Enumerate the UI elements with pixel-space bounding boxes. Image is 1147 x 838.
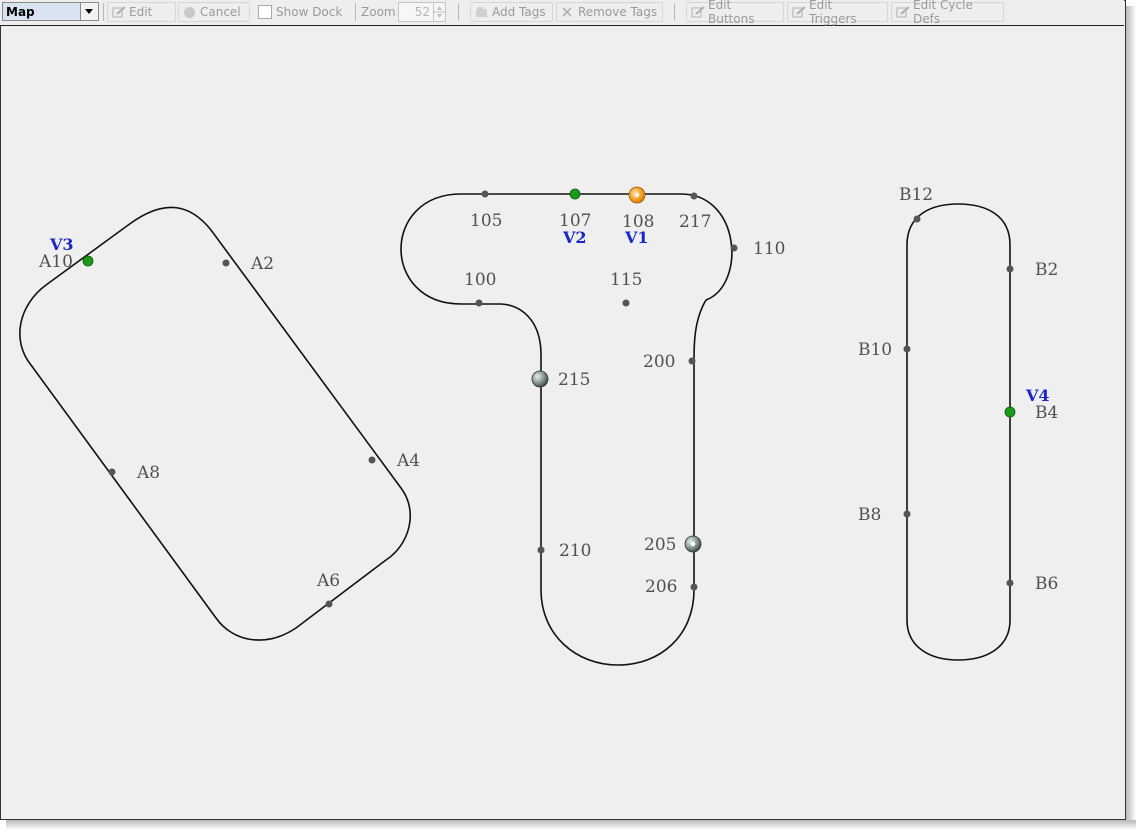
tag-dot[interactable] xyxy=(622,299,630,307)
tag-dot[interactable] xyxy=(913,215,921,223)
edit-button[interactable]: Edit xyxy=(107,2,176,22)
tag-label: A4 xyxy=(396,451,420,471)
tag-label: B12 xyxy=(899,185,933,205)
tag-label: 217 xyxy=(679,212,711,232)
vehicle-label: V1 xyxy=(624,228,649,247)
view-selector[interactable]: Map xyxy=(2,2,99,21)
tag-label: B4 xyxy=(1035,403,1058,423)
zoom-label: Zoom xyxy=(361,2,396,22)
tag-label: B8 xyxy=(858,505,881,525)
tag-dot[interactable] xyxy=(903,510,911,518)
tag-dot[interactable] xyxy=(688,357,696,365)
tag-dot[interactable] xyxy=(1006,579,1014,587)
vehicle-marker[interactable] xyxy=(569,188,581,200)
vehicle-label: V2 xyxy=(562,228,587,247)
toolbar-separator xyxy=(355,3,356,21)
zoom-input[interactable]: 52 xyxy=(398,2,434,22)
tag-label: A8 xyxy=(136,463,160,483)
window-shadow-bottom xyxy=(6,820,1136,830)
tag-label: B6 xyxy=(1035,574,1058,594)
tag-label: 100 xyxy=(464,270,496,290)
cancel-icon xyxy=(183,6,196,18)
vehicle-marker[interactable] xyxy=(82,255,94,267)
tag-dot[interactable] xyxy=(690,192,698,200)
add-tags-button[interactable]: Add Tags xyxy=(470,2,553,22)
edit-triggers-button[interactable]: Edit Triggers xyxy=(787,0,888,26)
tag-dot[interactable] xyxy=(537,546,545,554)
edit-cycle-defs-button[interactable]: Edit Cycle Defs xyxy=(891,0,1004,26)
tag-dot[interactable] xyxy=(368,456,376,464)
tag-label: B2 xyxy=(1035,260,1058,280)
track-loop-b xyxy=(906,203,1011,661)
tag-dot[interactable] xyxy=(108,468,116,476)
toolbar-separator xyxy=(674,3,675,21)
tag-label: 210 xyxy=(559,541,591,561)
edit-buttons-label: Edit Buttons xyxy=(708,0,755,26)
tag-dot[interactable] xyxy=(903,345,911,353)
cancel-button[interactable]: Cancel xyxy=(178,2,250,22)
toolbar-separator xyxy=(458,3,459,21)
track-loop-center xyxy=(400,193,733,666)
tag-label: 110 xyxy=(753,239,785,259)
track-loop-a xyxy=(19,206,411,641)
map-canvas[interactable]: A2 A4 A6 A8 A10 V3 105 107 V2 108 V1 217… xyxy=(1,26,1125,818)
tag-label: A10 xyxy=(38,252,73,272)
edit-cycle-defs-label: Edit Cycle Defs xyxy=(913,0,973,26)
tag-label: B10 xyxy=(858,340,892,360)
tag-dot[interactable] xyxy=(1006,265,1014,273)
station-marker-core xyxy=(690,541,696,547)
tag-label: 215 xyxy=(558,370,590,390)
tag-label: 205 xyxy=(644,535,676,555)
pencil-icon xyxy=(792,6,806,18)
show-dock-checkbox[interactable]: Show Dock xyxy=(258,2,342,22)
tag-dot[interactable] xyxy=(475,299,483,307)
vehicle-label: V3 xyxy=(49,235,74,254)
edit-triggers-label: Edit Triggers xyxy=(809,0,857,26)
chevron-down-icon[interactable] xyxy=(80,3,98,20)
edit-buttons-button[interactable]: Edit Buttons xyxy=(686,0,784,26)
vehicle-marker-core xyxy=(634,192,640,198)
edit-label: Edit xyxy=(129,5,153,19)
show-dock-label: Show Dock xyxy=(276,5,343,19)
view-selector-value: Map xyxy=(6,5,35,19)
pencil-icon xyxy=(691,6,705,18)
remove-tags-label: Remove Tags xyxy=(578,5,658,19)
zoom-label-text: Zoom xyxy=(361,5,396,19)
remove-tags-button[interactable]: Remove Tags xyxy=(556,2,663,22)
toolbar-separator xyxy=(103,3,104,21)
checkbox-icon[interactable] xyxy=(258,5,272,19)
tag-label: A6 xyxy=(316,571,340,591)
pencil-icon xyxy=(896,6,910,18)
tag-dot[interactable] xyxy=(481,190,489,198)
close-icon xyxy=(561,6,574,18)
tag-label: 206 xyxy=(645,577,677,597)
toolbar: Map Edit Cancel Show Dock Zoom 52 Add Ta… xyxy=(0,0,1124,26)
tag-dot[interactable] xyxy=(325,600,333,608)
window-shadow-right xyxy=(1126,6,1136,830)
vehicle-marker[interactable] xyxy=(1004,406,1016,418)
vehicle-label: V4 xyxy=(1025,386,1050,405)
tag-dot[interactable] xyxy=(730,244,738,252)
station-marker[interactable] xyxy=(531,370,549,388)
tag-label: 105 xyxy=(470,211,502,231)
zoom-spinner[interactable] xyxy=(433,2,446,22)
tag-add-icon xyxy=(475,6,488,18)
cancel-label: Cancel xyxy=(200,5,241,19)
tag-dot[interactable] xyxy=(222,259,230,267)
tag-label: 115 xyxy=(610,270,642,290)
tag-label: A2 xyxy=(250,254,274,274)
pencil-icon xyxy=(112,6,126,18)
tag-dot[interactable] xyxy=(690,583,698,591)
tag-label: 200 xyxy=(643,352,675,372)
add-tags-label: Add Tags xyxy=(492,5,546,19)
